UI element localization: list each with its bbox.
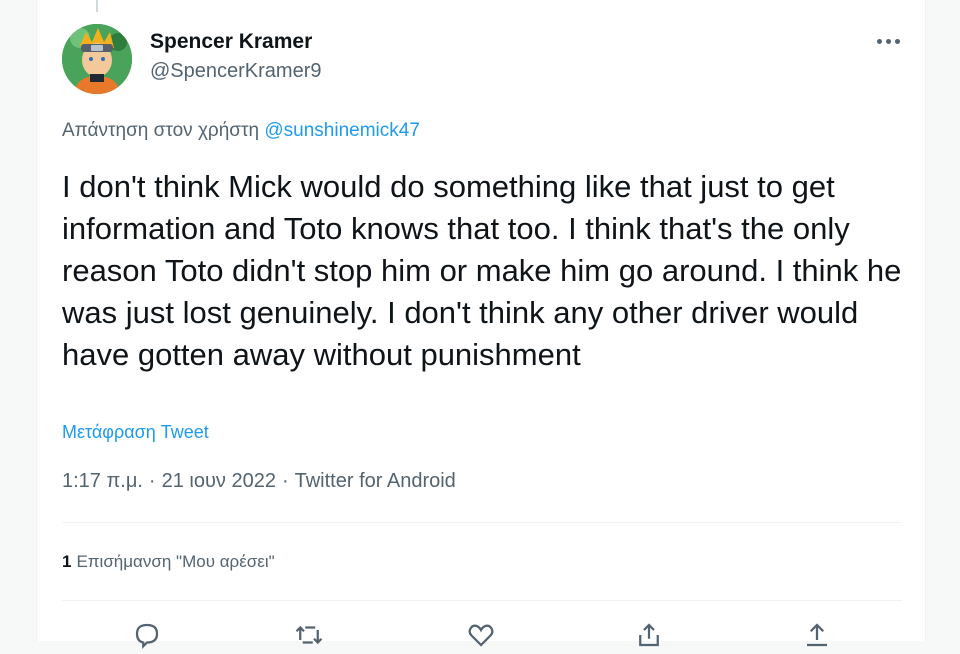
reply-to-link[interactable]: @sunshinemick47	[264, 120, 420, 141]
reply-icon	[135, 623, 159, 649]
divider-top	[62, 522, 902, 523]
tweet-time[interactable]: 1:17 π.μ.	[62, 470, 143, 493]
avatar[interactable]	[62, 24, 132, 94]
reply-context: Απάντηση στον χρήστη @sunshinemick47	[62, 120, 420, 142]
meta-separator: ·	[148, 470, 156, 492]
heart-icon	[468, 624, 494, 647]
tweet-text: I don't think Mick would do something li…	[62, 169, 902, 372]
action-bar	[62, 620, 902, 650]
translate-tweet-link[interactable]: Μετάφραση Tweet	[62, 422, 209, 443]
tweet-metadata: 1:17 π.μ. · 21 ιουν 2022 · Twitter for A…	[62, 470, 456, 493]
upload-button[interactable]	[800, 620, 834, 654]
meta-separator-2: ·	[281, 470, 289, 492]
tweet-source[interactable]: Twitter for Android	[295, 470, 456, 493]
likes-count: 1	[62, 552, 72, 571]
tweet-date[interactable]: 21 ιουν 2022	[162, 470, 276, 493]
author-name[interactable]: Spencer Kramer	[150, 30, 312, 54]
reply-button[interactable]	[130, 620, 164, 654]
thread-connector-line	[96, 0, 98, 12]
share-button[interactable]	[632, 620, 666, 654]
more-horizontal-icon-dot	[885, 38, 891, 44]
retweet-button[interactable]	[292, 620, 326, 654]
author-handle[interactable]: @SpencerKramer9	[150, 60, 321, 83]
more-options-button[interactable]	[868, 26, 908, 56]
divider-bottom	[62, 600, 902, 601]
like-button[interactable]	[464, 620, 498, 654]
avatar-image	[62, 24, 132, 94]
likes-label: Επισήμανση "Μου αρέσει"	[76, 552, 275, 571]
more-horizontal-icon-dot	[894, 38, 900, 44]
more-horizontal-icon	[876, 38, 882, 44]
likes-stat[interactable]: 1 Επισήμανση "Μου αρέσει"	[62, 552, 275, 572]
reply-prefix: Απάντηση στον χρήστη	[62, 120, 260, 141]
share-icon	[639, 623, 659, 647]
upload-icon	[807, 623, 827, 647]
retweet-icon	[295, 625, 323, 645]
